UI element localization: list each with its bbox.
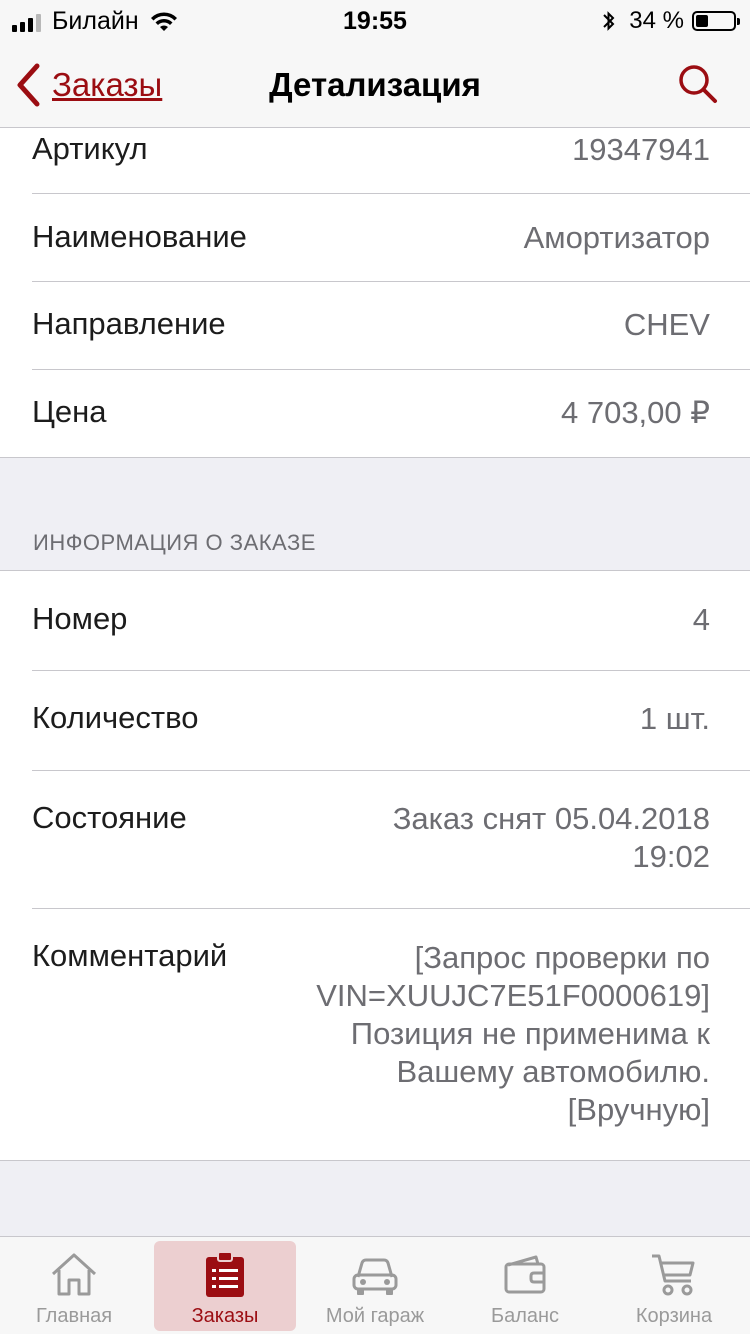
value-line: [Вручную] xyxy=(567,1092,710,1127)
bluetooth-icon xyxy=(603,11,615,31)
detail-row-article: Артикул 19347941 xyxy=(0,128,750,193)
back-button-label: Заказы xyxy=(52,66,163,103)
detail-label: Наименование xyxy=(32,219,247,254)
chevron-left-icon xyxy=(17,63,40,107)
search-icon xyxy=(679,65,717,103)
car-icon xyxy=(352,1258,398,1295)
value-line: Позиция не применима к xyxy=(350,1016,710,1051)
order-row-status: Состояние Заказ снят 05.04.2018 19:02 xyxy=(0,770,750,908)
status-right: 34 % xyxy=(601,7,740,35)
tab-bar: Главная Заказы Мой гараж Баланс Корзина xyxy=(0,1236,750,1334)
back-button[interactable]: Заказы xyxy=(14,62,162,108)
detail-row-name: Наименование Амортизатор xyxy=(0,193,750,281)
order-info-group: Номер 4 Количество 1 шт. Состояние Заказ… xyxy=(0,570,750,1161)
battery-percent: 34 % xyxy=(629,7,684,34)
detail-label: Артикул xyxy=(32,131,148,166)
home-icon xyxy=(51,1253,97,1296)
tab-label: Мой гараж xyxy=(325,1305,425,1327)
order-row-comment: Комментарий [Запрос проверки по VIN=XUUJ… xyxy=(0,908,750,1160)
detail-row-direction: Направление CHEV xyxy=(0,281,750,369)
cart-icon xyxy=(652,1254,695,1296)
detail-value: Амортизатор xyxy=(523,220,710,255)
tab-label: Заказы xyxy=(191,1305,259,1327)
navigation-bar: Заказы Детализация xyxy=(0,40,750,128)
tab-label: Баланс xyxy=(490,1305,560,1327)
search-button[interactable] xyxy=(676,62,720,106)
status-bar: Билайн 19:55 34 % xyxy=(0,0,750,40)
value-line: Заказ снят 05.04.2018 xyxy=(392,801,710,836)
order-value-multiline: [Запрос проверки по VIN=XUUJC7E51F000061… xyxy=(316,939,710,1129)
detail-value: 19347941 xyxy=(572,132,710,167)
detail-value: CHEV xyxy=(623,307,710,342)
tab-orders[interactable]: Заказы xyxy=(154,1241,296,1331)
tab-my-garage[interactable]: Мой гараж xyxy=(304,1241,446,1331)
detail-label: Цена xyxy=(32,394,107,429)
tab-label: Главная xyxy=(35,1305,113,1327)
order-value: 4 xyxy=(692,602,710,637)
detail-label: Направление xyxy=(32,306,226,341)
section-header-order-info: ИНФОРМАЦИЯ О ЗАКАЗЕ xyxy=(33,530,316,555)
order-row-number: Номер 4 xyxy=(0,571,750,670)
battery-icon xyxy=(692,11,740,31)
tab-balance[interactable]: Баланс xyxy=(454,1241,596,1331)
order-label: Номер xyxy=(32,601,128,636)
order-label: Комментарий xyxy=(32,938,228,973)
tab-label: Корзина xyxy=(635,1305,713,1327)
tab-home[interactable]: Главная xyxy=(3,1241,145,1331)
order-value: 1 шт. xyxy=(639,701,710,736)
item-details-group: Артикул 19347941 Наименование Амортизато… xyxy=(0,128,750,458)
orders-icon xyxy=(206,1251,244,1297)
value-line: VIN=XUUJC7E51F0000619] xyxy=(316,978,710,1013)
order-value-multiline: Заказ снят 05.04.2018 19:02 xyxy=(393,800,710,876)
tab-cart[interactable]: Корзина xyxy=(603,1241,745,1331)
value-line: [Запрос проверки по xyxy=(414,940,710,975)
wallet-icon xyxy=(504,1255,546,1294)
value-line: Вашему автомобилю. xyxy=(396,1054,711,1089)
battery-fill xyxy=(696,15,708,27)
order-row-quantity: Количество 1 шт. xyxy=(0,670,750,770)
content-scroll[interactable]: Артикул 19347941 Наименование Амортизато… xyxy=(0,128,750,1161)
value-line: 19:02 xyxy=(632,839,710,874)
detail-row-price: Цена 4 703,00 ₽ xyxy=(0,369,750,457)
order-label: Состояние xyxy=(32,800,187,835)
order-label: Количество xyxy=(32,700,199,735)
detail-value: 4 703,00 ₽ xyxy=(560,395,710,430)
